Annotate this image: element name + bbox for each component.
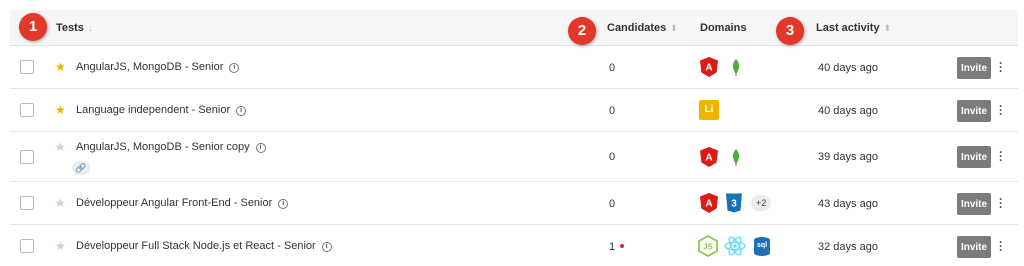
invite-button[interactable]: Invite bbox=[957, 193, 991, 215]
last-activity: 43 days ago bbox=[818, 198, 878, 210]
table-row[interactable]: ★ Développeur Angular Front-End - Senior… bbox=[10, 182, 1018, 225]
last-activity-column-header[interactable]: Last activity ⬍ bbox=[816, 10, 891, 46]
last-activity: 32 days ago bbox=[818, 241, 878, 253]
sort-icon[interactable]: ⬍ bbox=[670, 23, 678, 33]
mongodb-icon bbox=[733, 148, 739, 166]
test-name-link[interactable]: AngularJS, MongoDB - Senior i bbox=[76, 61, 240, 73]
table-row[interactable]: ★ Language independent - Senior i 0 Li 40… bbox=[10, 89, 1018, 132]
invite-button[interactable]: Invite bbox=[957, 100, 991, 122]
css3-icon: 3 bbox=[726, 193, 742, 213]
row-checkbox[interactable] bbox=[20, 60, 34, 74]
row-checkbox[interactable] bbox=[20, 150, 34, 164]
candidates-count[interactable]: 1 bbox=[609, 241, 625, 253]
angular-icon: A bbox=[700, 146, 718, 167]
star-icon[interactable]: ★ bbox=[55, 141, 66, 153]
star-icon[interactable]: ★ bbox=[55, 197, 66, 209]
react-icon bbox=[724, 236, 746, 256]
candidates-count[interactable]: 0 bbox=[609, 198, 615, 210]
angular-icon: A bbox=[700, 57, 718, 77]
candidates-column-header[interactable]: Candidates ⬍ bbox=[607, 10, 678, 46]
star-icon[interactable]: ★ bbox=[55, 104, 66, 116]
test-name-link[interactable]: AngularJS, MongoDB - Senior copy i bbox=[76, 141, 266, 153]
info-icon[interactable]: i bbox=[236, 106, 247, 116]
invite-button[interactable]: Invite bbox=[957, 146, 991, 168]
candidates-count[interactable]: 0 bbox=[609, 62, 615, 74]
last-activity: 40 days ago bbox=[818, 62, 878, 74]
language-independent-icon: Li bbox=[699, 100, 719, 120]
star-icon[interactable]: ★ bbox=[55, 61, 66, 73]
annotation-badge-2: 2 bbox=[568, 17, 596, 45]
svg-text:3: 3 bbox=[731, 199, 737, 210]
row-checkbox[interactable] bbox=[20, 239, 34, 253]
table-row[interactable]: ★ AngularJS, MongoDB - Senior copy i 🔗 0 … bbox=[10, 132, 1018, 182]
more-options-icon[interactable]: · · · bbox=[998, 146, 1004, 166]
domains-column-header: Domains bbox=[700, 22, 747, 34]
table-row[interactable]: ★ AngularJS, MongoDB - Senior i 0 A 40 da… bbox=[10, 46, 1018, 89]
last-activity: 39 days ago bbox=[818, 151, 878, 163]
more-options-icon[interactable]: · · · bbox=[998, 57, 1004, 77]
more-options-icon[interactable]: · · · bbox=[998, 100, 1004, 120]
table-header: Tests ↓ Candidates ⬍ Domains Last activity… bbox=[10, 10, 1018, 46]
annotation-badge-3: 3 bbox=[776, 17, 804, 45]
last-activity: 40 days ago bbox=[818, 105, 878, 117]
svg-text:A: A bbox=[705, 152, 712, 163]
table-row[interactable]: ★ Développeur Full Stack Node.js et Reac… bbox=[10, 225, 1018, 266]
svg-text:A: A bbox=[705, 63, 712, 74]
new-candidate-dot bbox=[620, 244, 625, 248]
nodejs-icon: JS bbox=[698, 235, 718, 257]
sql-icon: sql bbox=[752, 236, 772, 256]
angular-icon: A bbox=[700, 193, 718, 213]
mongodb-icon bbox=[733, 59, 739, 76]
star-icon[interactable]: ★ bbox=[55, 240, 66, 252]
info-icon[interactable]: i bbox=[321, 242, 332, 252]
info-icon[interactable]: i bbox=[255, 143, 266, 153]
svg-text:JS: JS bbox=[703, 243, 713, 252]
test-name-link[interactable]: Développeur Angular Front-End - Senior i bbox=[76, 197, 289, 209]
more-options-icon[interactable]: · · · bbox=[998, 236, 1004, 256]
info-icon[interactable]: i bbox=[278, 199, 289, 209]
sort-icon[interactable]: ⬍ bbox=[884, 23, 892, 33]
info-icon[interactable]: i bbox=[229, 63, 240, 73]
invite-button[interactable]: Invite bbox=[957, 57, 991, 79]
row-checkbox[interactable] bbox=[20, 196, 34, 210]
candidates-count[interactable]: 0 bbox=[609, 151, 615, 163]
more-domains-chip[interactable]: +2 bbox=[751, 195, 772, 211]
more-options-icon[interactable]: · · · bbox=[998, 193, 1004, 213]
tests-table: Tests ↓ Candidates ⬍ Domains Last activity… bbox=[10, 10, 1018, 266]
row-checkbox[interactable] bbox=[20, 103, 34, 117]
annotation-badge-1: 1 bbox=[19, 13, 47, 41]
sort-arrow-down-icon[interactable]: ↓ bbox=[88, 23, 93, 33]
candidates-count[interactable]: 0 bbox=[609, 105, 615, 117]
tests-column-header[interactable]: Tests ↓ bbox=[56, 10, 92, 46]
test-name-link[interactable]: Développeur Full Stack Node.js et React … bbox=[76, 240, 332, 252]
svg-text:A: A bbox=[705, 199, 712, 210]
test-name-link[interactable]: Language independent - Senior i bbox=[76, 104, 247, 116]
link-icon[interactable]: 🔗 bbox=[72, 161, 90, 175]
invite-button[interactable]: Invite bbox=[957, 236, 991, 258]
